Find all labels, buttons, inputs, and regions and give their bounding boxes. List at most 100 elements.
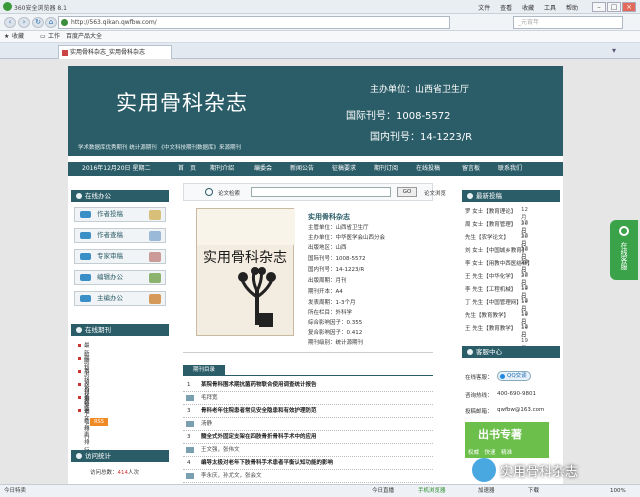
minimize-button[interactable]: –: [592, 2, 606, 12]
status-live[interactable]: 今日直播: [372, 485, 394, 497]
header-slogan: 学术数据库优秀期刊 统计源期刊 《中文科技期刊数据库》来源期刊: [78, 145, 241, 151]
favorites-bar: ★ 收藏 ▭ 工作 百度产品大全: [0, 31, 640, 43]
latest-item[interactable]: 李 女士【用教中西医结合】 12月20日: [465, 259, 533, 287]
floating-service-tab[interactable]: 在线客服: [610, 220, 638, 280]
status-download[interactable]: 下载: [528, 485, 539, 497]
chief-editor-button[interactable]: 主编办公: [74, 291, 166, 306]
nav-board[interactable]: 编委会: [254, 162, 272, 176]
author-submit-button[interactable]: 作者投稿: [74, 207, 166, 222]
info-line: 复合影响因子：0.412: [308, 330, 363, 336]
latest-item[interactable]: 李 先生【工程机械】 12月19日: [465, 285, 528, 313]
search-go-button[interactable]: GO: [397, 187, 417, 197]
author-query-button[interactable]: 作者查稿: [74, 228, 166, 243]
online-service-label: 在线客服：: [465, 375, 493, 381]
address-bar: ‹ › ↻ ⌂ http://563.qikan.qwfbw.com/ _元宵年: [0, 14, 640, 31]
nav-intro[interactable]: 期刊介绍: [210, 162, 234, 176]
latest-item[interactable]: 先生【农学论文】 12月20日: [465, 233, 528, 261]
back-icon[interactable]: ‹: [4, 17, 16, 28]
bullet-icon: [78, 344, 81, 347]
nav-requirements[interactable]: 征稿要求: [332, 162, 356, 176]
secure-icon: [61, 19, 68, 26]
article-title-row[interactable]: 3 髓全式外固定支架在四肢骨折骨科手术中的应用: [183, 431, 433, 444]
article-title[interactable]: 某院骨科围术期抗菌药物联合使用调查统计报告: [201, 379, 317, 392]
browser-search-input[interactable]: _元宵年: [513, 16, 623, 29]
menu-tools[interactable]: 工具: [544, 5, 556, 12]
info-line: 期刊级别：统计源期刊: [308, 340, 364, 346]
article-title-row[interactable]: 1 某院骨科围术期抗菌药物联合使用调查统计报告: [183, 379, 433, 392]
rss-button[interactable]: RSS: [90, 418, 108, 426]
article-title[interactable]: 髓全式外固定支架在四肢骨折骨科手术中的应用: [201, 431, 317, 444]
latest-item[interactable]: 罗 女士【教育理论】 12月20日: [465, 207, 528, 235]
favorites-button[interactable]: 收藏: [12, 31, 24, 43]
author-icon: [186, 395, 194, 401]
latest-item[interactable]: 先生【教育教学】 12月19日: [465, 311, 528, 339]
zoom-level[interactable]: 100%: [610, 485, 626, 497]
hotline-number: 400-690-9801: [497, 391, 536, 397]
latest-item[interactable]: 王 先生【中华化学】 12月19日: [465, 272, 528, 300]
forward-icon[interactable]: ›: [18, 17, 30, 28]
latest-item[interactable]: 周 女士【教育管理】 12月20日: [465, 220, 528, 248]
visit-unit: 人次: [128, 470, 140, 476]
arrow-icon: [80, 253, 91, 260]
nav-home[interactable]: 首 页: [178, 162, 196, 176]
status-bar: 今日特卖 今日直播 手机浏览器 加速器 下载 100%: [0, 484, 640, 497]
status-accelerator[interactable]: 加速器: [478, 485, 495, 497]
browse-papers-link[interactable]: 论文浏览: [424, 189, 446, 197]
expert-review-button[interactable]: 专家审稿: [74, 249, 166, 264]
panel-bullet-icon: [76, 193, 82, 199]
arrow-icon: [80, 295, 91, 302]
deals-link[interactable]: 今日特卖: [4, 485, 26, 497]
visit-count: 414: [117, 470, 129, 476]
magnifier-icon: [205, 188, 213, 196]
menu-favorites[interactable]: 收藏: [522, 5, 534, 12]
status-mobile[interactable]: 手机浏览器: [418, 485, 446, 497]
article-title-row[interactable]: 3 骨科老年住院患者常见安全隐患和有效护理防范: [183, 405, 433, 418]
info-line: 所在栏目：外科学: [308, 310, 353, 316]
article-title[interactable]: 编导太极对老年下肢骨科手术患者平衡认知功能的影响: [201, 457, 333, 470]
latest-header: 最新投稿: [462, 190, 560, 202]
author-icon: [186, 421, 194, 427]
close-button[interactable]: ×: [622, 2, 636, 12]
book-tags: 权威 快速 精准: [468, 450, 513, 456]
home-icon[interactable]: ⌂: [45, 17, 57, 28]
paper-search-input[interactable]: [251, 187, 391, 197]
menu-view[interactable]: 查看: [500, 5, 512, 12]
article-title-row[interactable]: 4 编导太极对老年下肢骨科手术患者平衡认知功能的影响: [183, 457, 433, 470]
visit-stats-line: 访问总数：414人次: [90, 468, 139, 476]
latest-item[interactable]: 丁 先生【中国管理网】 12月19日: [465, 298, 528, 326]
journal-link-clicks[interactable]: 论文点击排行: [84, 406, 90, 454]
editor-office-button[interactable]: 编辑办公: [74, 270, 166, 285]
tab-catalog[interactable]: 期刊目录: [183, 365, 225, 376]
info-line: 主办单位：中华医学会山西分会: [308, 235, 386, 241]
latest-item[interactable]: 王 先生【教育教学】12月19日: [465, 324, 528, 352]
maximize-button[interactable]: □: [607, 2, 621, 12]
menu-file[interactable]: 文件: [478, 5, 490, 12]
nav-subscribe[interactable]: 期刊订阅: [374, 162, 398, 176]
tab-list-icon[interactable]: ▾: [612, 46, 616, 55]
online-office-header: 在线办公: [71, 190, 169, 202]
browser-menu: 文件 查看 收藏 工具 帮助: [470, 3, 578, 12]
nav-news[interactable]: 新闻公告: [290, 162, 314, 176]
latest-item[interactable]: 刘 女士【中国城乡教育】 12月20日: [465, 246, 528, 274]
fav-work[interactable]: 工作: [48, 31, 60, 43]
info-line: 国内刊号：14-1223/R: [308, 267, 365, 273]
arrow-icon: [80, 232, 91, 239]
info-line: 出版地区：山西: [308, 245, 347, 251]
header-sponsor: 主办单位：山西省卫生厅: [370, 85, 470, 95]
nav-guestbook[interactable]: 留言板: [462, 162, 480, 176]
article-title[interactable]: 骨科老年住院患者常见安全隐患和有效护理防范: [201, 405, 317, 418]
header-issn: 国际刊号：1008-5572: [346, 111, 451, 122]
page-favicon-icon: [62, 50, 68, 56]
fav-baidu[interactable]: 百度产品大全: [66, 31, 102, 43]
nav-contact[interactable]: 联系我们: [498, 162, 522, 176]
url-input[interactable]: http://563.qikan.qwfbw.com/: [58, 16, 450, 29]
qq-chat-button[interactable]: QQ交谈: [497, 371, 531, 381]
favorites-star-icon: ★: [4, 33, 10, 40]
tab-active[interactable]: 实用骨科杂志_实用骨科杂志: [58, 45, 172, 59]
menu-help[interactable]: 帮助: [566, 5, 578, 12]
nav-submit[interactable]: 在线投稿: [416, 162, 440, 176]
info-line: 期刊开本：A4: [308, 289, 343, 295]
arrow-icon: [80, 274, 91, 281]
author-icon: [186, 473, 194, 479]
refresh-icon[interactable]: ↻: [32, 17, 44, 28]
